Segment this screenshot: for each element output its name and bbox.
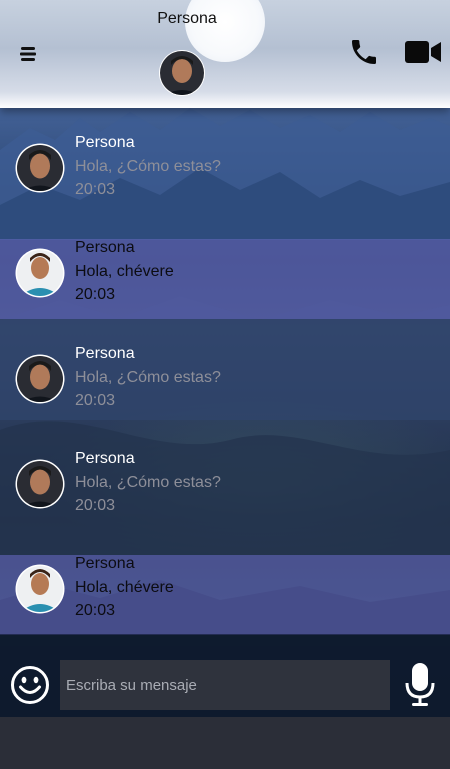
message-row-received[interactable]: Persona Hola, chévere 20:03 xyxy=(0,555,450,635)
message-time: 20:03 xyxy=(75,181,116,198)
message-text: Hola, chévere xyxy=(75,579,174,596)
hamburger-icon[interactable] xyxy=(20,47,36,61)
message-input[interactable] xyxy=(60,660,390,710)
phone-icon[interactable] xyxy=(348,36,380,68)
sender-name: Persona xyxy=(75,239,135,256)
smiley-icon[interactable] xyxy=(10,665,50,705)
contact-avatar[interactable] xyxy=(158,49,206,97)
sender-name: Persona xyxy=(75,555,135,572)
message-composer xyxy=(0,634,450,717)
contact-name-title: Persona xyxy=(157,10,217,27)
sender-avatar[interactable] xyxy=(15,564,65,614)
sender-name: Persona xyxy=(75,345,135,362)
sender-avatar[interactable] xyxy=(15,248,65,298)
message-text: Hola, ¿Cómo estas? xyxy=(75,369,221,386)
message-text: Hola, chévere xyxy=(75,263,174,280)
sender-avatar[interactable] xyxy=(15,459,65,509)
sender-name: Persona xyxy=(75,450,135,467)
message-row-received[interactable]: Persona Hola, chévere 20:03 xyxy=(0,239,450,319)
microphone-icon[interactable] xyxy=(405,663,435,707)
sender-name: Persona xyxy=(75,134,135,151)
bottom-navigation-bar xyxy=(0,717,450,769)
message-row-sent[interactable]: Persona Hola, ¿Cómo estas? 20:03 xyxy=(0,345,450,425)
message-text: Hola, ¿Cómo estas? xyxy=(75,474,221,491)
person-avatar-icon xyxy=(159,50,205,96)
sender-avatar[interactable] xyxy=(15,143,65,193)
message-row-sent[interactable]: Persona Hola, ¿Cómo estas? 20:03 xyxy=(0,450,450,530)
message-row-sent[interactable]: Persona Hola, ¿Cómo estas? 20:03 xyxy=(0,134,450,214)
message-time: 20:03 xyxy=(75,286,116,303)
message-time: 20:03 xyxy=(75,392,116,409)
chat-header: Persona xyxy=(0,0,450,108)
message-time: 20:03 xyxy=(75,602,116,619)
message-time: 20:03 xyxy=(75,497,116,514)
message-text: Hola, ¿Cómo estas? xyxy=(75,158,221,175)
video-camera-icon[interactable] xyxy=(405,40,441,64)
sender-avatar[interactable] xyxy=(15,354,65,404)
